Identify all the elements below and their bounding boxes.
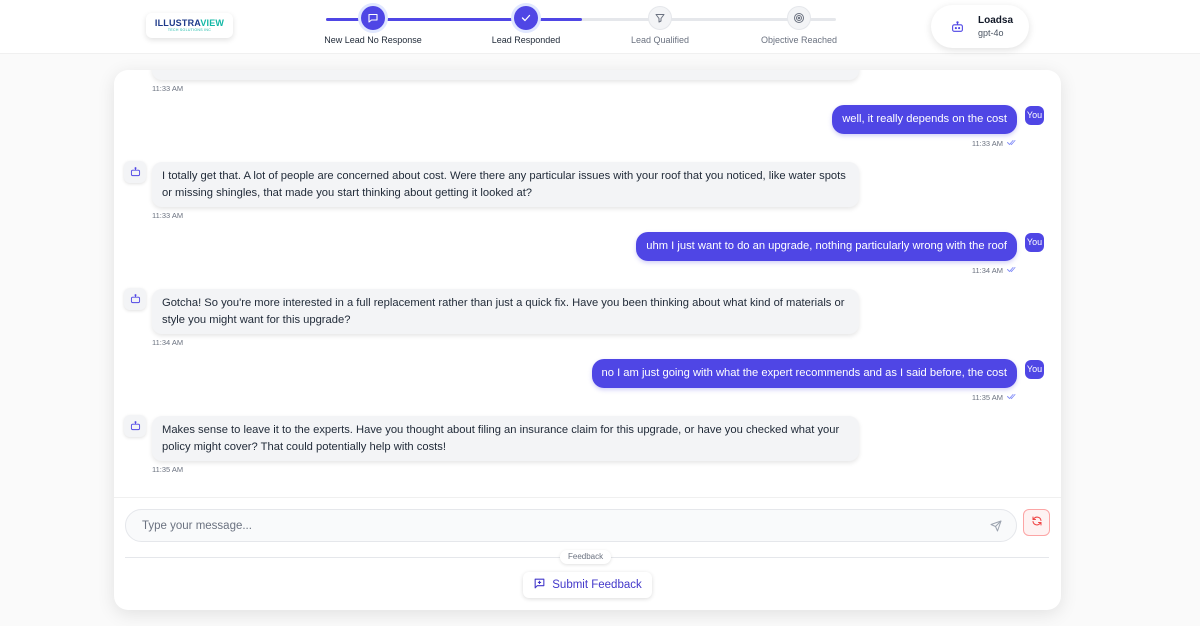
bot-avatar: [124, 161, 146, 183]
message-list[interactable]: 11:33 AM well, it really depends on the …: [114, 70, 1061, 497]
step-label: Objective Reached: [760, 35, 838, 45]
message-timestamp-row: 11:34 AM: [972, 266, 1017, 275]
feedback-label: Feedback: [560, 550, 612, 564]
message-timestamp-row: 11:35 AM: [972, 393, 1017, 402]
bot-message-bubble: Gotcha! So you're more interested in a f…: [152, 289, 859, 334]
step-label: Lead Responded: [491, 35, 561, 45]
bot-message-bubble: [152, 70, 859, 80]
user-message-bubble: no I am just going with what the expert …: [591, 359, 1017, 388]
composer-divider: [114, 497, 1061, 498]
step-label: New Lead No Response: [324, 35, 422, 45]
message-timestamp: 11:35 AM: [971, 393, 1003, 402]
agent-card[interactable]: Loadsa gpt-4o: [931, 5, 1029, 48]
company-logo[interactable]: ILLUSTRAVIEW TECH SOLUTIONS INC: [146, 13, 233, 38]
reset-conversation-button[interactable]: [1023, 509, 1050, 536]
top-header: ILLUSTRAVIEW TECH SOLUTIONS INC New Lead…: [0, 0, 1200, 54]
logo-text-part2: VIEW: [200, 17, 225, 28]
chat-bubble-icon: [361, 6, 385, 30]
robot-icon: [130, 167, 140, 177]
bot-avatar: [124, 288, 146, 310]
step-lead-qualified: Lead Qualified: [590, 6, 730, 45]
submit-feedback-label: Submit Feedback: [552, 579, 642, 591]
message-composer[interactable]: [125, 509, 1017, 542]
message-timestamp-row: 11:33 AM: [972, 139, 1017, 148]
message-timestamp: 11:33 AM: [152, 211, 184, 220]
message-timestamp: 11:35 AM: [152, 465, 184, 474]
submit-feedback-button[interactable]: Submit Feedback: [523, 572, 652, 598]
message-timestamp: 11:33 AM: [152, 84, 184, 93]
check-icon: [514, 6, 538, 30]
double-check-icon: [1007, 266, 1017, 275]
logo-text-part1: ILLUSTRA: [154, 17, 201, 28]
refresh-icon: [1031, 514, 1043, 532]
robot-icon: [130, 421, 140, 431]
send-icon[interactable]: [990, 519, 1004, 533]
message-timestamp: 11:34 AM: [971, 266, 1003, 275]
target-icon: [787, 6, 811, 30]
bot-message-bubble: I totally get that. A lot of people are …: [152, 162, 859, 207]
chat-panel: 11:33 AM well, it really depends on the …: [114, 70, 1061, 610]
agent-model: gpt-4o: [978, 28, 1004, 38]
user-message-bubble: well, it really depends on the cost: [832, 105, 1017, 134]
logo-subtitle: TECH SOLUTIONS INC: [167, 27, 212, 32]
user-avatar: You: [1025, 233, 1044, 252]
double-check-icon: [1007, 139, 1017, 148]
step-lead-responded: Lead Responded: [456, 6, 596, 45]
double-check-icon: [1007, 393, 1017, 402]
message-timestamp: 11:33 AM: [971, 139, 1003, 148]
filter-icon: [648, 6, 672, 30]
user-avatar: You: [1025, 106, 1044, 125]
user-avatar: You: [1025, 360, 1044, 379]
robot-icon: [951, 20, 964, 38]
step-new-lead-no-response: New Lead No Response: [303, 6, 443, 45]
robot-icon: [130, 294, 140, 304]
feedback-icon: [533, 577, 546, 593]
message-timestamp: 11:34 AM: [152, 338, 184, 347]
step-label: Lead Qualified: [630, 35, 690, 45]
message-input[interactable]: [142, 510, 962, 541]
step-objective-reached: Objective Reached: [729, 6, 869, 45]
bot-message-bubble: Makes sense to leave it to the experts. …: [152, 416, 859, 461]
lead-progress-tracker: New Lead No Response Lead Responded Lead…: [324, 6, 838, 48]
user-message-bubble: uhm I just want to do an upgrade, nothin…: [636, 232, 1017, 261]
agent-name: Loadsa: [978, 15, 1014, 26]
bot-avatar: [124, 415, 146, 437]
